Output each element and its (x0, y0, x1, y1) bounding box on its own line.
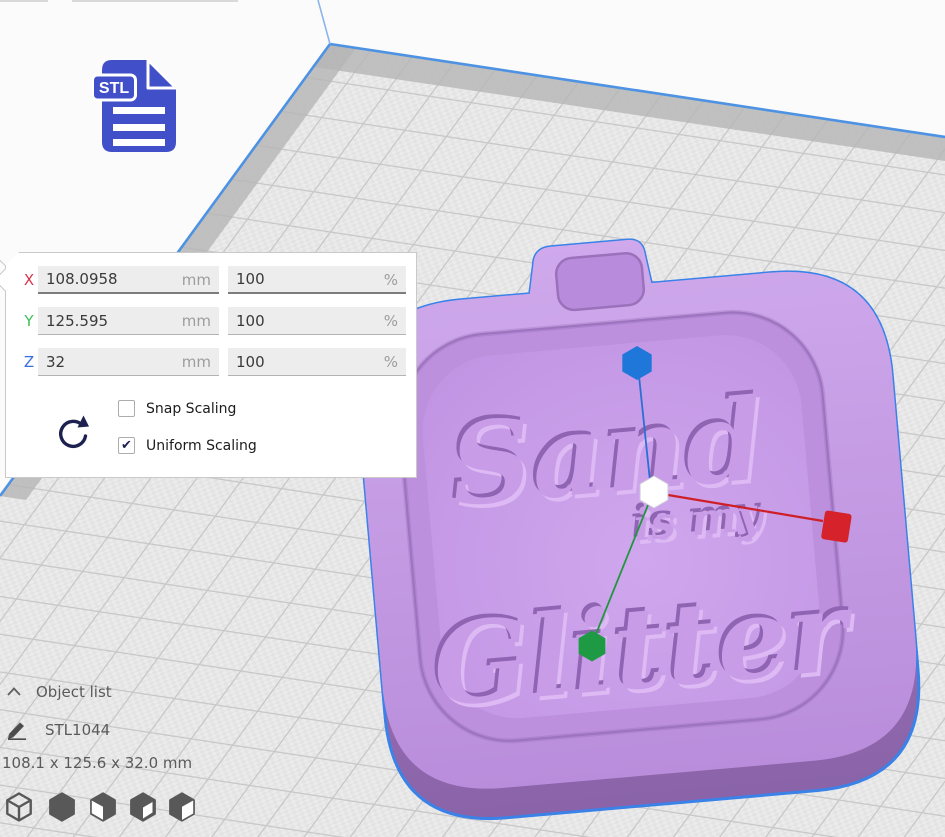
x-axis-label: X (21, 271, 37, 289)
z-axis-label: Z (21, 353, 37, 371)
uniform-scaling-label: Uniform Scaling (146, 438, 257, 454)
scale-z-percent-input[interactable] (228, 348, 406, 375)
window-top-divider (0, 0, 48, 2)
z-mm-field: mm (38, 348, 219, 376)
model-dimensions: 108.1 x 125.6 x 32.0 mm (2, 754, 192, 772)
y-percent-field: % (228, 307, 406, 335)
object-list-item[interactable]: STL1044 (45, 721, 110, 739)
x-mm-field: mm (38, 266, 219, 294)
stl-file-icon: STL (92, 56, 184, 158)
uniform-scaling-checkbox[interactable]: ✔ (118, 437, 135, 454)
view-top-button[interactable] (85, 790, 121, 826)
object-list-toggle[interactable]: Object list (36, 683, 112, 701)
reset-scale-button[interactable] (52, 413, 92, 457)
cube-left-icon (126, 790, 160, 824)
x-percent-field: % (228, 266, 406, 294)
scale-x-mm-input[interactable] (38, 266, 219, 292)
cube-right-icon (165, 790, 199, 824)
cube-top-icon (86, 790, 120, 824)
view-left-button[interactable] (125, 790, 161, 826)
view-right-button[interactable] (164, 790, 200, 826)
snap-scaling-checkbox[interactable] (118, 400, 135, 417)
chevron-up-icon[interactable] (7, 687, 21, 696)
scale-tool-panel: X mm % Y mm % Z mm (5, 252, 417, 478)
window-top-divider (72, 0, 238, 2)
stl-badge-label: STL (99, 80, 129, 97)
pencil-icon (6, 720, 28, 740)
scale-z-mm-input[interactable] (38, 348, 219, 375)
view-3d-button[interactable] (1, 790, 37, 826)
scale-y-mm-input[interactable] (38, 307, 219, 334)
scale-row-x: X mm % (6, 266, 416, 294)
z-percent-field: % (228, 348, 406, 376)
cube-3d-icon (2, 790, 36, 824)
y-axis-label: Y (21, 312, 37, 330)
y-mm-field: mm (38, 307, 219, 335)
view-front-button[interactable] (44, 790, 80, 826)
app-window: Sand Sand Sand is my is my is my Glitter… (0, 0, 945, 837)
folded-corner-icon (148, 60, 176, 88)
snap-scaling-label: Snap Scaling (146, 401, 236, 417)
scale-handle-x[interactable] (821, 510, 852, 543)
scale-y-percent-input[interactable] (228, 307, 406, 334)
cube-front-icon (45, 790, 79, 824)
scale-x-percent-input[interactable] (228, 266, 406, 292)
scale-row-z: Z mm % (6, 348, 416, 376)
scale-row-y: Y mm % (6, 307, 416, 335)
hanger-slot (555, 252, 645, 311)
checkmark-icon: ✔ (121, 438, 132, 453)
reset-rotate-icon (53, 413, 91, 455)
